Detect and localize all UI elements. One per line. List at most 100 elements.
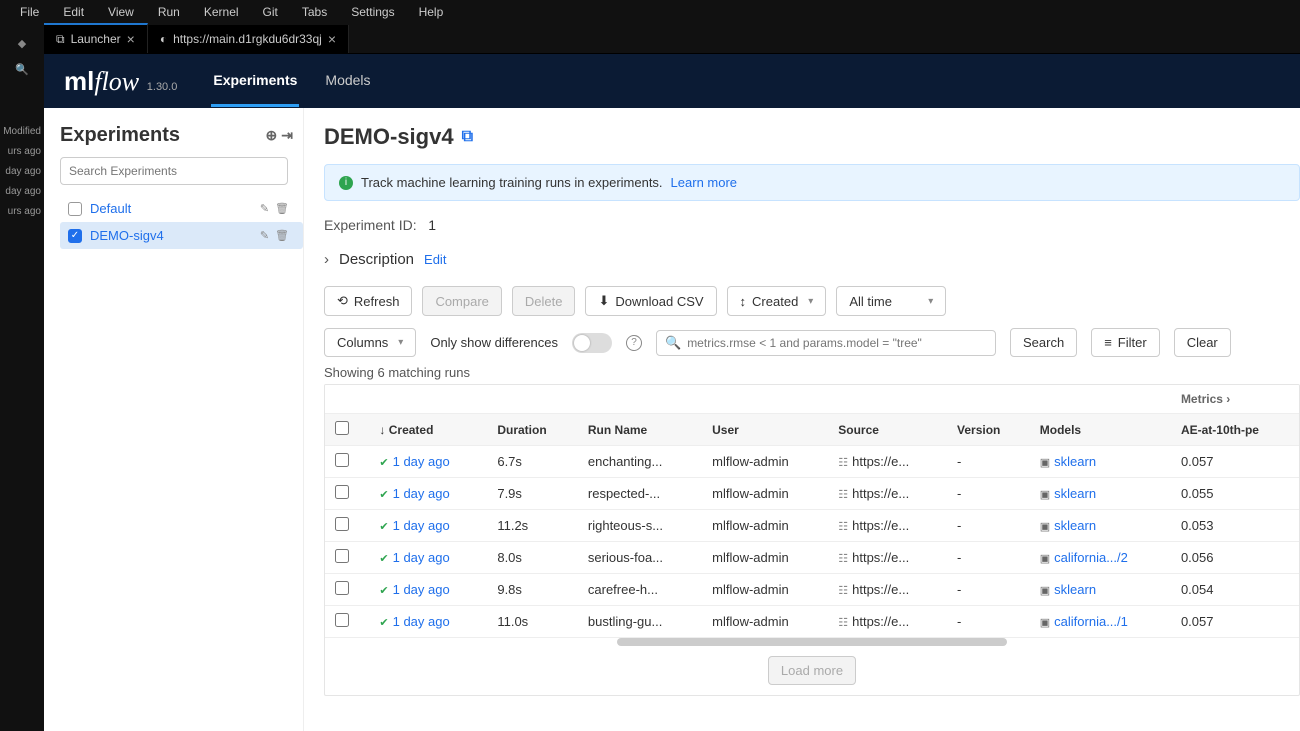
horizontal-scrollbar[interactable]: [617, 638, 1007, 646]
row-checkbox[interactable]: [335, 549, 349, 563]
checkbox[interactable]: ✓: [68, 229, 82, 243]
status-ok-icon: ✔: [379, 457, 388, 469]
runs-search-input[interactable]: [687, 336, 987, 350]
expand-description-icon[interactable]: ›: [324, 251, 329, 268]
source-icon: ☷: [838, 553, 848, 565]
help-icon[interactable]: ?: [626, 335, 642, 351]
table-row[interactable]: ✔1 day ago11.2srighteous-s...mlflow-admi…: [325, 510, 1299, 542]
edit-description-link[interactable]: Edit: [424, 252, 446, 267]
table-row[interactable]: ✔1 day ago11.0sbustling-gu...mlflow-admi…: [325, 606, 1299, 638]
menu-help[interactable]: Help: [407, 1, 456, 23]
created-link[interactable]: 1 day ago: [393, 518, 450, 533]
menu-run[interactable]: Run: [146, 1, 192, 23]
columns-dropdown[interactable]: Columns: [324, 328, 416, 357]
tab-mlflow[interactable]: ◐ https://main.d1rgkdu6dr33qj ×: [148, 25, 349, 53]
created-link[interactable]: 1 day ago: [393, 582, 450, 597]
model-link[interactable]: sklearn: [1054, 486, 1096, 501]
runs-search-box[interactable]: 🔍: [656, 330, 996, 356]
col-metric-1[interactable]: AE-at-10th-pe: [1171, 414, 1299, 446]
row-checkbox[interactable]: [335, 581, 349, 595]
metrics-group-header[interactable]: Metrics ›: [1171, 385, 1299, 414]
col-duration[interactable]: Duration: [487, 414, 578, 446]
model-link[interactable]: sklearn: [1054, 582, 1096, 597]
model-icon: ▣: [1040, 489, 1050, 501]
showing-count: Showing 6 matching runs: [324, 365, 1300, 380]
close-icon[interactable]: ×: [127, 31, 135, 47]
menu-kernel[interactable]: Kernel: [192, 1, 251, 23]
table-row[interactable]: ✔1 day ago7.9srespected-...mlflow-admin☷…: [325, 478, 1299, 510]
row-checkbox[interactable]: [335, 517, 349, 531]
experiment-id-value: 1: [428, 217, 436, 233]
col-models[interactable]: Models: [1030, 414, 1171, 446]
user-cell: mlflow-admin: [702, 446, 828, 478]
rail-row: urs ago: [1, 142, 43, 162]
search-experiments-input[interactable]: [60, 157, 288, 185]
model-link[interactable]: california.../2: [1054, 550, 1128, 565]
sidebar-item-default[interactable]: Default ✎ 🗑: [60, 195, 303, 222]
metric-cell: 0.057: [1171, 446, 1299, 478]
nav-models[interactable]: Models: [323, 56, 372, 107]
main-panel: mlflow 1.30.0 Experiments Models Experim…: [44, 54, 1300, 731]
run-name-cell: enchanting...: [578, 446, 702, 478]
menu-edit[interactable]: Edit: [51, 1, 96, 23]
table-row[interactable]: ✔1 day ago6.7senchanting...mlflow-admin☷…: [325, 446, 1299, 478]
close-icon[interactable]: ×: [328, 31, 336, 47]
search-button[interactable]: Search: [1010, 328, 1077, 357]
sidebar-item-demo[interactable]: ✓ DEMO-sigv4 ✎🗑: [60, 222, 303, 249]
status-ok-icon: ✔: [379, 489, 388, 501]
tab-launcher[interactable]: ⧉ Launcher ×: [44, 23, 148, 53]
clear-button[interactable]: Clear: [1174, 328, 1231, 357]
row-checkbox[interactable]: [335, 453, 349, 467]
search-icon: 🔍: [665, 335, 681, 351]
checkbox[interactable]: [68, 202, 82, 216]
model-icon: ▣: [1040, 521, 1050, 533]
learn-more-link[interactable]: Learn more: [671, 175, 737, 190]
menu-view[interactable]: View: [96, 1, 146, 23]
rail-search-icon[interactable]: 🔍: [0, 56, 44, 82]
filter-button[interactable]: ≡Filter: [1091, 328, 1159, 357]
mlflow-nav: Experiments Models: [211, 56, 372, 107]
model-link[interactable]: sklearn: [1054, 518, 1096, 533]
select-all-checkbox[interactable]: [335, 421, 349, 435]
delete-icon[interactable]: 🗑: [275, 202, 289, 215]
model-link[interactable]: sklearn: [1054, 454, 1096, 469]
only-diff-label: Only show differences: [430, 335, 558, 350]
col-source[interactable]: Source: [828, 414, 947, 446]
menu-git[interactable]: Git: [251, 1, 290, 23]
table-row[interactable]: ✔1 day ago9.8scarefree-h...mlflow-admin☷…: [325, 574, 1299, 606]
status-ok-icon: ✔: [379, 553, 388, 565]
mlflow-version: 1.30.0: [147, 81, 178, 93]
col-run-name[interactable]: Run Name: [578, 414, 702, 446]
model-link[interactable]: california.../1: [1054, 614, 1128, 629]
download-csv-button[interactable]: ⬇Download CSV: [585, 286, 716, 316]
only-diff-toggle[interactable]: [572, 333, 612, 353]
time-filter-dropdown[interactable]: All time: [836, 286, 946, 316]
mlflow-header: mlflow 1.30.0 Experiments Models: [44, 54, 1300, 108]
refresh-button[interactable]: ⟲Refresh: [324, 286, 412, 316]
sidebar-item-label: Default: [90, 201, 131, 216]
add-experiment-icon[interactable]: ⊕: [266, 127, 278, 144]
col-version[interactable]: Version: [947, 414, 1030, 446]
menu-tabs[interactable]: Tabs: [290, 1, 339, 23]
row-checkbox[interactable]: [335, 613, 349, 627]
menu-file[interactable]: File: [8, 1, 51, 23]
row-checkbox[interactable]: [335, 485, 349, 499]
runs-toolbar: ⟲Refresh Compare Delete ⬇Download CSV ↕C…: [324, 286, 1300, 316]
delete-icon[interactable]: 🗑: [275, 229, 289, 242]
col-user[interactable]: User: [702, 414, 828, 446]
menu-settings[interactable]: Settings: [339, 1, 406, 23]
nav-experiments[interactable]: Experiments: [211, 56, 299, 107]
copy-icon[interactable]: ⧉: [462, 128, 473, 146]
table-row[interactable]: ✔1 day ago8.0sserious-foa...mlflow-admin…: [325, 542, 1299, 574]
rail-git-icon[interactable]: ◆: [0, 30, 44, 56]
edit-icon[interactable]: ✎: [260, 229, 269, 242]
created-link[interactable]: 1 day ago: [393, 614, 450, 629]
import-experiment-icon[interactable]: ⇥: [281, 127, 293, 144]
created-link[interactable]: 1 day ago: [393, 550, 450, 565]
created-link[interactable]: 1 day ago: [393, 454, 450, 469]
sort-created-dropdown[interactable]: ↕Created: [727, 286, 827, 316]
col-created[interactable]: ↓ Created: [369, 414, 487, 446]
source-icon: ☷: [838, 617, 848, 629]
created-link[interactable]: 1 day ago: [393, 486, 450, 501]
edit-icon[interactable]: ✎: [260, 202, 269, 215]
